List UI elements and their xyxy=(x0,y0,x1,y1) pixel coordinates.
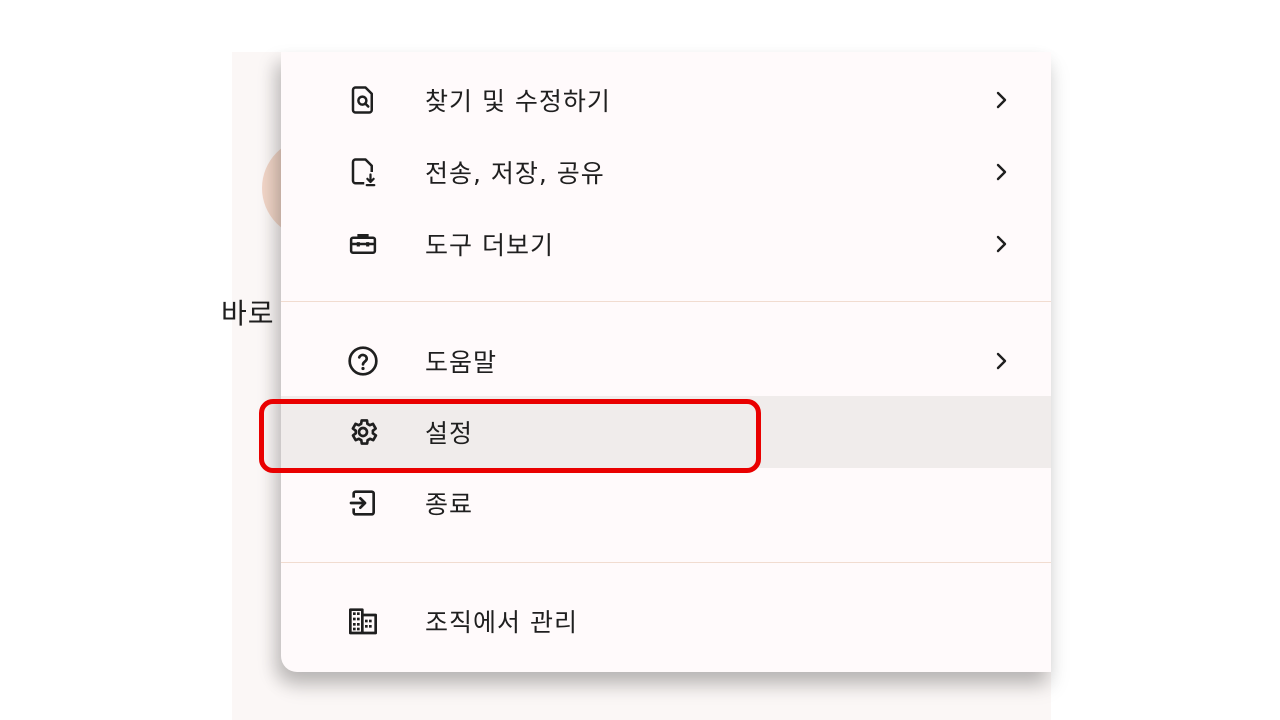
menu-item-label: 종료 xyxy=(425,490,474,519)
menu-item-label: 전송, 저장, 공유 xyxy=(425,159,605,188)
toolbox-icon xyxy=(345,226,381,262)
menu-item-more-tools[interactable]: 도구 더보기 xyxy=(281,208,1051,280)
domain-icon xyxy=(345,603,381,639)
help-icon xyxy=(345,343,381,379)
menu-divider xyxy=(281,562,1051,563)
menu-item-exit[interactable]: 종료 xyxy=(281,467,1051,539)
menu-item-label: 찾기 및 수정하기 xyxy=(425,87,611,116)
chevron-right-icon xyxy=(989,232,1013,256)
menu-item-label: 도구 더보기 xyxy=(425,231,554,260)
chevron-right-icon xyxy=(989,160,1013,184)
settings-icon xyxy=(345,414,381,450)
menu-item-label: 설정 xyxy=(425,419,474,448)
background-text: 바로 xyxy=(221,297,275,330)
chevron-right-icon xyxy=(989,349,1013,373)
menu-divider xyxy=(281,301,1051,302)
menu-item-send-save-share[interactable]: 전송, 저장, 공유 xyxy=(281,136,1051,208)
menu-item-managed-by-organization: 조직에서 관리 xyxy=(281,585,1051,657)
find-in-page-icon xyxy=(345,82,381,118)
exit-icon xyxy=(345,485,381,521)
chevron-right-icon xyxy=(989,88,1013,112)
menu-item-label: 조직에서 관리 xyxy=(425,608,578,637)
file-download-icon xyxy=(345,154,381,190)
menu-item-help[interactable]: 도움말 xyxy=(281,325,1051,397)
menu-item-settings[interactable]: 설정 xyxy=(281,396,1051,468)
menu-item-find-and-edit[interactable]: 찾기 및 수정하기 xyxy=(281,64,1051,136)
overflow-menu: 찾기 및 수정하기 전송, 저장, 공유 도구 더보기 도움말 설정 종료 조직… xyxy=(281,52,1051,672)
menu-item-label: 도움말 xyxy=(425,348,498,377)
